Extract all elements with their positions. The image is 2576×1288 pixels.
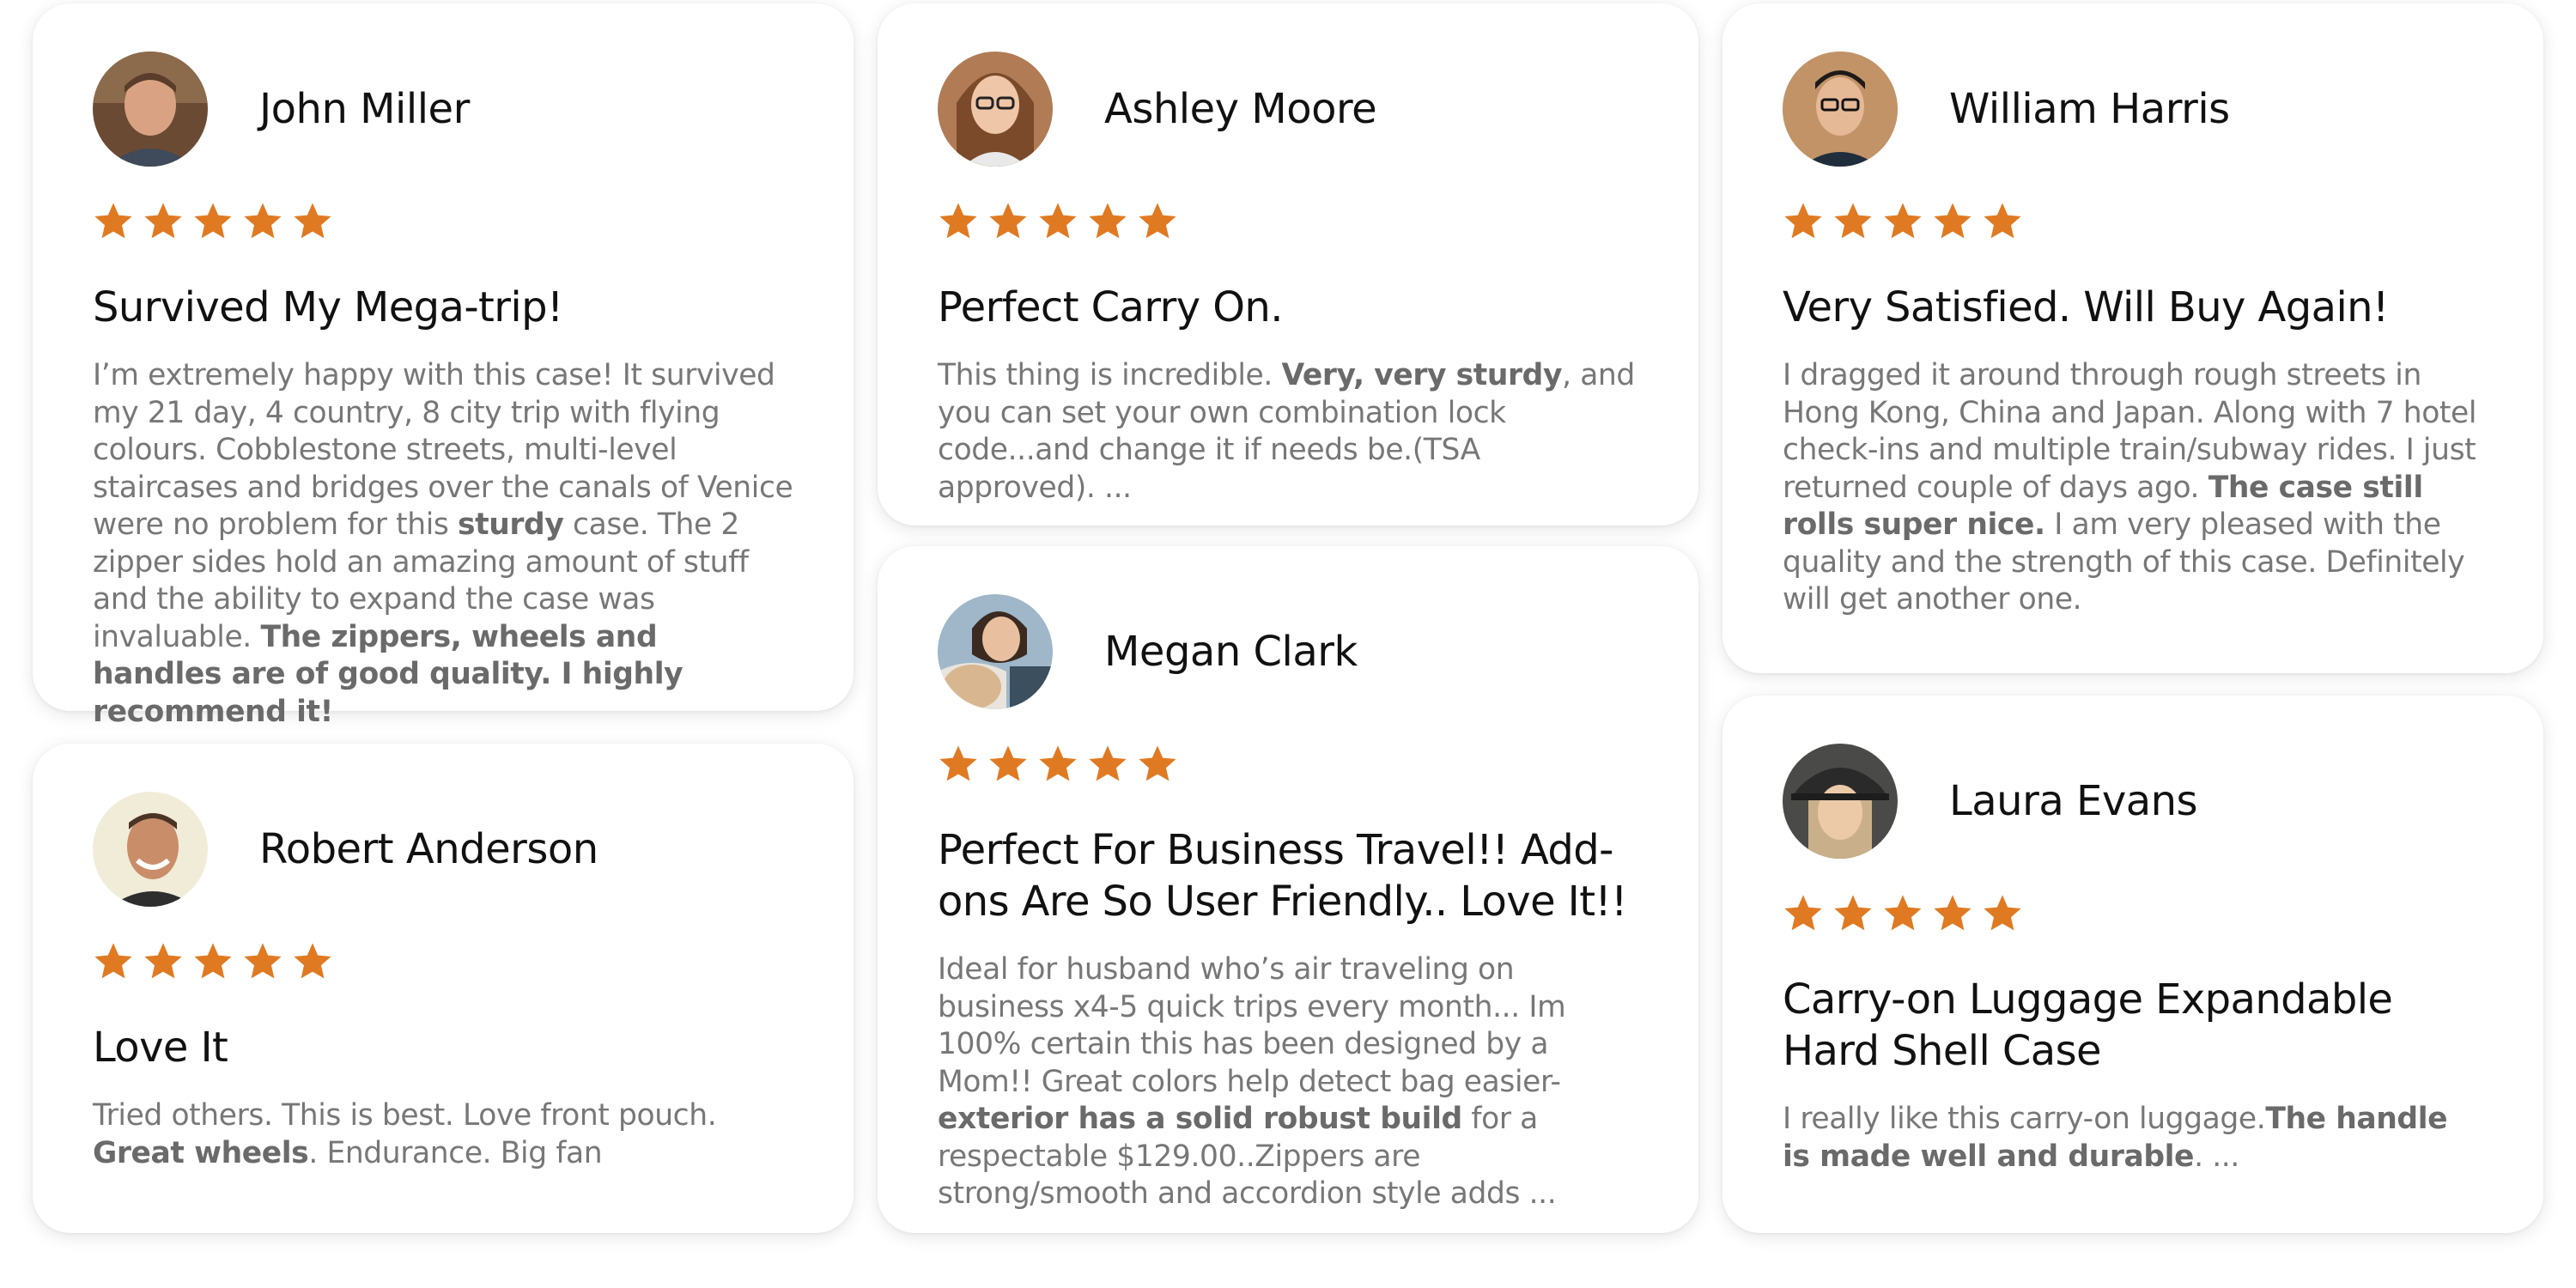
star-icon [194,943,232,979]
review-body: I’m extremely happy with this case! It s… [93,357,793,731]
review-card: Robert Anderson Love It Tried others. Th… [33,744,854,1233]
reviewer-avatar [1783,52,1898,167]
review-title: Perfect Carry On. [938,283,1283,331]
review-text: . Endurance. Big fan [308,1135,603,1170]
review-body: I really like this carry-on luggage.The … [1783,1101,2483,1176]
star-icon [144,943,182,979]
star-icon [194,203,232,239]
review-highlight: exterior has a solid robust build [938,1102,1462,1136]
star-icon [1784,203,1822,239]
reviewer-name: Robert Anderson [259,825,598,873]
review-highlight: sturdy [458,507,564,542]
star-icon [1984,895,2021,931]
reviewer-header: Laura Evans [1783,744,2483,859]
review-body: This thing is incredible. Very, very stu… [938,357,1638,507]
star-rating [938,201,1638,244]
reviewer-header: Megan Clark [938,594,1638,709]
review-title: Very Satisfied. Will Buy Again! [1783,283,2389,331]
star-icon [294,203,331,239]
reviewer-avatar [93,52,208,167]
review-card: Ashley Moore Perfect Carry On. This thin… [878,3,1698,526]
reviewer-avatar [93,792,208,907]
star-rating [1783,893,2483,936]
star-icon [1934,203,1971,239]
star-rating [93,201,793,244]
review-text: Tried others. This is best. Love front p… [93,1098,717,1133]
reviewer-name: John Miller [259,85,470,133]
star-rating [938,744,1638,787]
review-card: John Miller Survived My Mega-trip! I’m e… [33,3,854,729]
star-icon [1039,745,1077,781]
reviewer-header: Ashley Moore [938,52,1638,167]
reviewer-name: William Harris [1949,85,2230,133]
reviewer-name: Laura Evans [1949,777,2198,825]
reviewer-header: Robert Anderson [93,792,793,907]
star-icon [939,745,977,781]
review-card: Laura Evans Carry-on Luggage Expandable … [1722,696,2543,1233]
star-icon [94,203,132,239]
review-title: Perfect For Business Travel!! Add-ons Ar… [938,826,1627,926]
star-icon [1884,895,1922,931]
review-text: This thing is incredible. [938,358,1282,392]
review-title: Love It [93,1024,228,1072]
star-icon [1884,203,1922,239]
reviewer-name: Megan Clark [1104,628,1358,676]
reviewer-header: John Miller [93,52,793,167]
review-text: Ideal for husband who’s air traveling on… [938,952,1566,1099]
star-rating [93,941,793,984]
star-icon [939,203,977,239]
star-icon [1139,203,1176,239]
review-body: I dragged it around through rough street… [1783,357,2483,619]
star-icon [989,745,1027,781]
star-icon [1784,895,1822,931]
star-icon [1984,203,2021,239]
star-icon [1039,203,1077,239]
star-icon [1834,895,1872,931]
star-icon [1089,203,1127,239]
review-text: . ... [2194,1139,2239,1174]
star-icon [1139,745,1176,781]
star-icon [294,943,331,979]
star-icon [1834,203,1872,239]
review-title: Carry-on Luggage Expandable Hard Shell C… [1783,975,2393,1075]
star-icon [1934,895,1971,931]
star-icon [989,203,1027,239]
review-body: Ideal for husband who’s air traveling on… [938,951,1638,1213]
star-icon [1089,745,1127,781]
star-icon [244,203,282,239]
review-highlight: Great wheels [93,1135,309,1170]
reviewer-header: William Harris [1783,52,2483,167]
reviewer-name: Ashley Moore [1104,85,1377,133]
reviewer-avatar [1783,744,1898,859]
reviewer-avatar [938,594,1053,709]
star-rating [1783,201,2483,244]
review-title: Survived My Mega-trip! [93,283,563,331]
reviewer-avatar [938,52,1053,167]
review-card: Megan Clark Perfect For Business Travel!… [878,546,1698,1233]
review-card: William Harris Very Satisfied. Will Buy … [1722,3,2543,673]
review-highlight: Very, very sturdy [1281,358,1563,392]
review-body: Tried others. This is best. Love front p… [93,1097,793,1172]
star-icon [244,943,282,979]
review-text: I really like this carry-on luggage. [1783,1102,2266,1136]
star-icon [94,943,132,979]
star-icon [144,203,182,239]
